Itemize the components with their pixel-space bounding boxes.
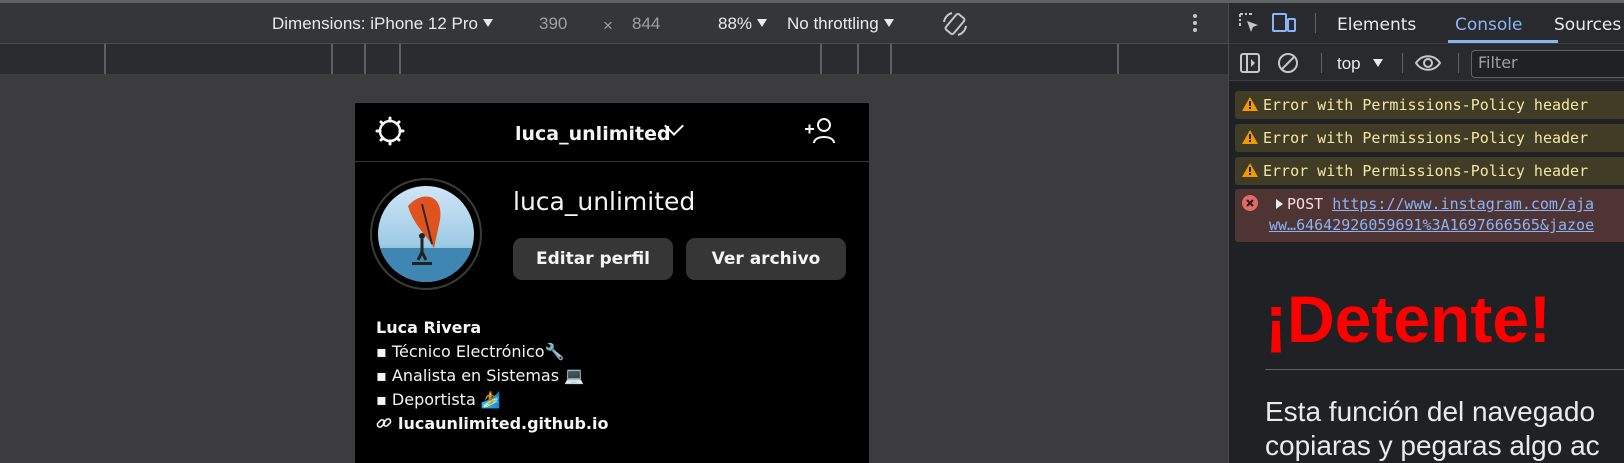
dimensions-dropdown[interactable]: Dimensions: iPhone 12 Pro <box>272 14 494 34</box>
context-label: top <box>1337 54 1361 73</box>
width-input[interactable]: 390 <box>539 14 567 34</box>
divider <box>1265 369 1624 370</box>
account-switcher[interactable]: luca_unlimited <box>515 123 671 145</box>
error-url-link[interactable]: https://www.instagram.com/aja <box>1332 195 1594 213</box>
zoom-label: 88% <box>718 14 753 33</box>
device-toolbar: Dimensions: iPhone 12 Pro 390 × 844 88% … <box>0 3 1228 43</box>
avatar[interactable] <box>370 178 482 290</box>
media-query-ruler <box>0 43 1228 75</box>
rotate-icon[interactable] <box>941 10 969 38</box>
warning-icon <box>1242 163 1258 177</box>
edit-profile-button[interactable]: Editar perfil <box>513 238 673 280</box>
console-toolbar: top <box>1229 44 1624 81</box>
tab-sources[interactable]: Sources <box>1554 15 1621 35</box>
console-warning[interactable]: Error with Permissions-Policy header <box>1235 157 1624 185</box>
throttling-label: No throttling <box>787 14 879 33</box>
filter-input[interactable] <box>1472 51 1624 74</box>
devtools-panel: Elements Console Sources top Error with … <box>1228 3 1624 463</box>
tab-elements[interactable]: Elements <box>1337 15 1416 35</box>
times-sign: × <box>603 16 613 35</box>
error-icon <box>1242 195 1258 211</box>
warning-text: Error with Permissions-Policy header <box>1263 162 1589 180</box>
link-icon <box>376 418 392 428</box>
profile-bio: Luca Rivera ▪ Técnico Electrónico🔧 ▪ Ana… <box>376 316 608 436</box>
bio-website-link[interactable]: lucaunlimited.github.io <box>376 412 608 436</box>
profile-username: luca_unlimited <box>513 187 696 216</box>
view-archive-button[interactable]: Ver archivo <box>686 238 846 280</box>
bio-full-name: Luca Rivera <box>376 318 482 337</box>
console-error[interactable]: POST https://www.instagram.com/aja ww…64… <box>1235 189 1624 242</box>
phone-viewport: luca_unlimited luca_unlimited Editar per <box>355 103 869 463</box>
caret-down-icon <box>1372 59 1383 67</box>
bio-line: ▪ Analista en Sistemas 💻 <box>376 366 585 385</box>
warning-text: Error with Permissions-Policy header <box>1263 96 1589 114</box>
eye-icon[interactable] <box>1414 52 1442 74</box>
sidebar-icon[interactable] <box>1239 52 1261 74</box>
bio-line: ▪ Técnico Electrónico🔧 <box>376 342 565 361</box>
device-toggle-icon[interactable] <box>1271 12 1297 34</box>
profile-header: luca_unlimited <box>355 103 869 162</box>
more-icon[interactable] <box>1192 14 1198 34</box>
website-link-text: lucaunlimited.github.io <box>398 414 609 433</box>
warning-icon <box>1242 130 1258 144</box>
console-warning[interactable]: Error with Permissions-Policy header <box>1235 91 1624 119</box>
tab-console[interactable]: Console <box>1455 15 1523 35</box>
dimensions-label: Dimensions: iPhone 12 Pro <box>272 14 479 33</box>
caret-down-icon <box>883 19 894 27</box>
console-warning[interactable]: Error with Permissions-Policy header <box>1235 124 1624 152</box>
active-tab-indicator <box>1448 40 1558 43</box>
error-method: POST <box>1287 195 1324 213</box>
clear-icon[interactable] <box>1277 52 1299 74</box>
add-user-icon[interactable] <box>803 116 837 146</box>
throttling-dropdown[interactable]: No throttling <box>787 14 894 34</box>
self-xss-warning-message: Esta función del navegado copiaras y peg… <box>1265 395 1600 463</box>
message-line: copiaras y pegaras algo ac <box>1265 430 1600 461</box>
filter-box <box>1471 50 1624 78</box>
self-xss-warning-title: ¡Detente! <box>1265 282 1552 356</box>
bio-line: ▪ Deportista 🏄 <box>376 390 501 409</box>
error-url-continuation[interactable]: ww…64642926059691%3A1697666565&jazoe <box>1269 216 1594 234</box>
message-line: Esta función del navegado <box>1265 396 1596 427</box>
caret-down-icon <box>483 19 494 27</box>
devtools-tabbar: Elements Console Sources <box>1229 3 1624 44</box>
warning-text: Error with Permissions-Policy header <box>1263 129 1589 147</box>
context-dropdown[interactable]: top <box>1337 54 1383 74</box>
gear-icon[interactable] <box>375 116 405 146</box>
inspect-icon[interactable] <box>1238 12 1260 34</box>
height-input[interactable]: 844 <box>632 14 660 34</box>
caret-down-icon <box>757 19 768 27</box>
warning-icon <box>1242 97 1258 111</box>
zoom-dropdown[interactable]: 88% <box>718 14 768 34</box>
expand-triangle-icon[interactable] <box>1276 199 1284 209</box>
avatar-photo <box>378 186 474 282</box>
